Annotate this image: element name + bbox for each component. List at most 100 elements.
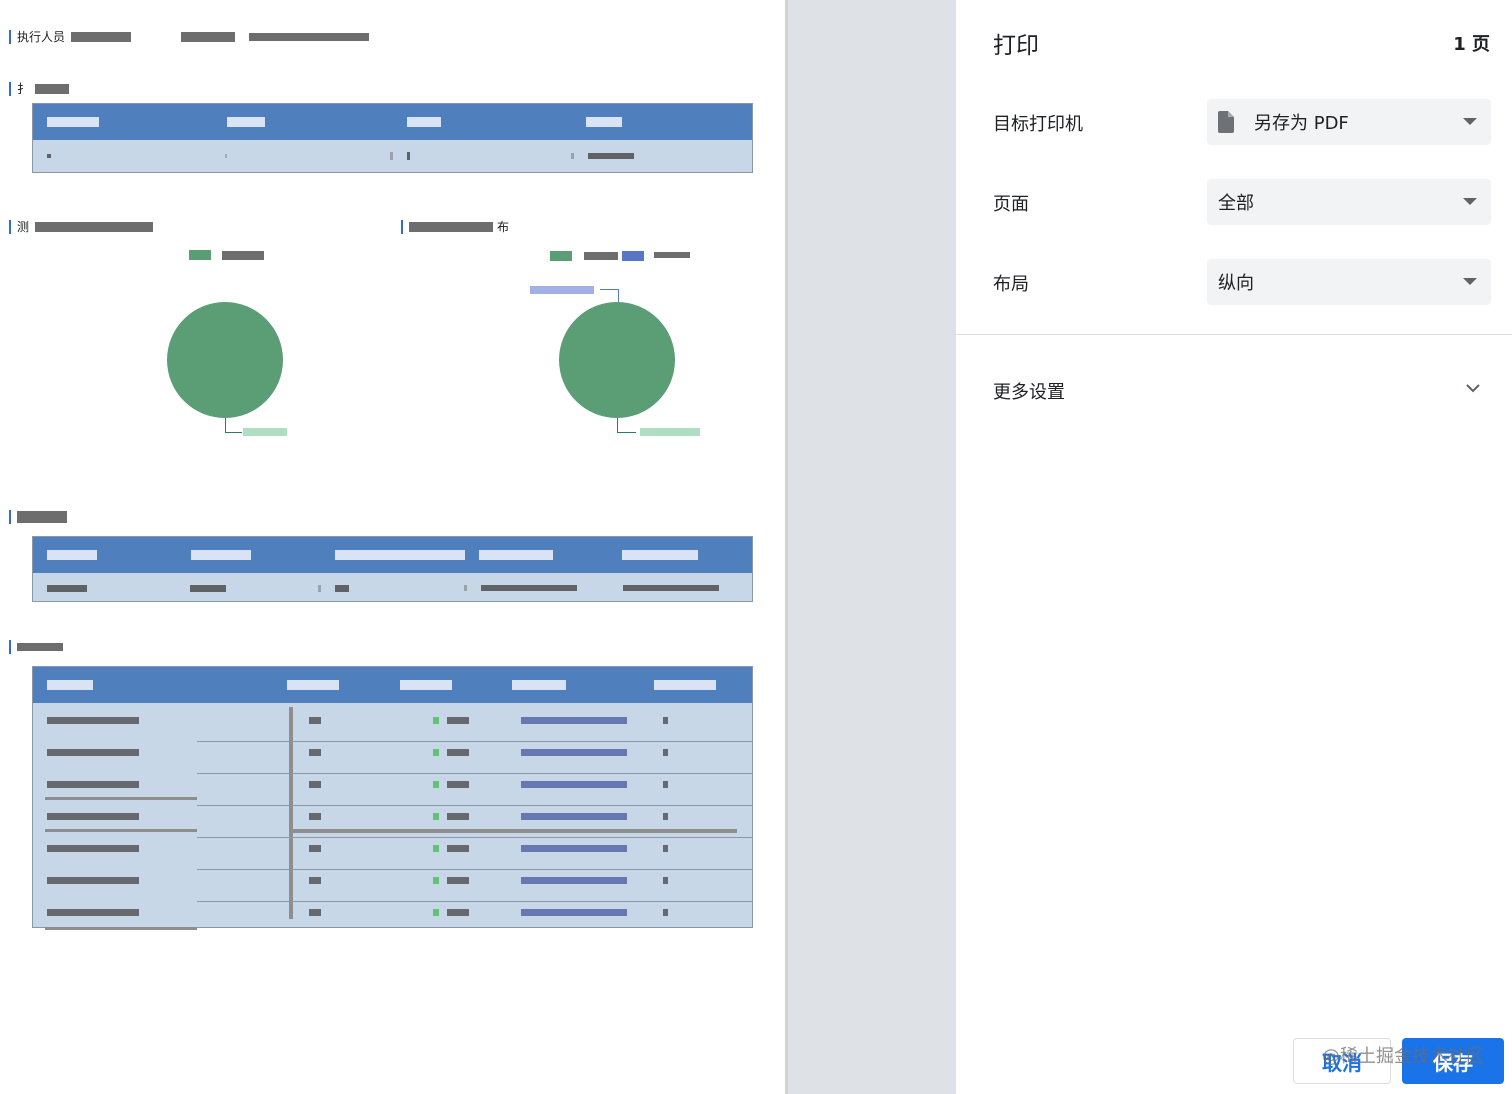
row-divider	[197, 869, 753, 870]
section-heading-3	[9, 510, 67, 524]
divider	[956, 334, 1512, 335]
pages-select[interactable]: 全部	[1207, 179, 1491, 225]
table-cell	[47, 813, 139, 820]
caret-down-icon	[1463, 118, 1477, 125]
table-cell	[433, 845, 439, 852]
file-icon	[1218, 111, 1234, 133]
caret-down-icon	[1463, 198, 1477, 205]
table-header-cell	[47, 680, 93, 690]
section-heading-text: 布	[497, 220, 510, 234]
table-row	[33, 871, 753, 903]
row-divider	[197, 741, 753, 742]
table-header-cell	[622, 550, 699, 560]
section-marker	[401, 219, 403, 234]
pie-chart-right	[559, 302, 675, 418]
more-settings-label[interactable]: 更多设置	[993, 378, 1065, 404]
redacted-text	[35, 221, 154, 232]
table-cell	[663, 813, 668, 820]
redacted-text	[409, 221, 493, 232]
table-cell	[663, 877, 668, 884]
table-row	[33, 807, 753, 839]
table-cell	[433, 909, 439, 916]
table-cell	[47, 781, 139, 788]
table-cell	[433, 749, 439, 756]
table-cell	[663, 749, 668, 756]
section-heading-1: 扌	[9, 80, 70, 97]
pie-slice-label	[640, 428, 700, 436]
table-header-row	[33, 667, 752, 703]
table-header-cell	[586, 117, 623, 127]
table-row	[33, 903, 753, 935]
table-header-cell	[226, 117, 265, 127]
table-cell	[447, 813, 469, 820]
table-cell	[663, 717, 668, 724]
table-cell	[447, 845, 469, 852]
table-header-row	[33, 104, 752, 140]
row-divider	[197, 837, 753, 838]
row-divider	[197, 805, 753, 806]
table-header-cell	[653, 680, 716, 690]
destination-value: 另存为 PDF	[1254, 113, 1349, 134]
table-cell	[433, 717, 439, 724]
section-marker	[9, 640, 11, 654]
table-cell	[47, 584, 87, 592]
table-cell	[225, 154, 228, 158]
table-cell	[309, 813, 321, 820]
section-marker	[9, 510, 11, 524]
table-cell	[623, 585, 720, 591]
section-heading-chart-right: 布	[401, 218, 509, 235]
table-header-cell	[190, 550, 251, 560]
table-cell	[521, 877, 627, 884]
print-settings-panel: 打印 1 页 目标打印机 另存为 PDF 页面 全部 布局 纵向 更多设置 取消…	[956, 0, 1512, 1094]
executor-label: 执行人员	[17, 30, 66, 44]
table-row	[33, 711, 753, 743]
table-header-row	[33, 537, 752, 573]
table-cell	[47, 749, 139, 756]
section-marker	[9, 81, 11, 96]
legend-label	[654, 252, 690, 258]
pie-chart-left	[167, 302, 283, 418]
table-cell	[47, 154, 51, 158]
table-cell	[521, 813, 627, 820]
pages-label: 页面	[993, 194, 1029, 215]
legend-swatch	[550, 251, 572, 261]
table-header-cell	[287, 680, 340, 690]
destination-select[interactable]: 另存为 PDF	[1207, 99, 1491, 145]
table-cell	[447, 749, 469, 756]
chevron-down-icon[interactable]	[1465, 380, 1481, 400]
layout-value: 纵向	[1218, 273, 1254, 294]
section-marker	[9, 29, 11, 44]
summary-table	[32, 103, 753, 173]
table-cell	[406, 152, 410, 160]
table-row	[33, 573, 752, 603]
row-divider	[197, 901, 753, 902]
section-heading-chart-left: 测	[9, 218, 154, 235]
table-cell	[47, 909, 139, 916]
layout-select[interactable]: 纵向	[1207, 259, 1491, 305]
print-preview-page: 执行人员 扌 测 布	[0, 0, 788, 1094]
table-row	[33, 775, 753, 807]
redacted-text	[249, 32, 370, 41]
legend-swatch	[622, 251, 644, 261]
table-cell	[47, 845, 139, 852]
print-title: 打印	[993, 33, 1039, 59]
table-cell	[309, 845, 321, 852]
table-cell	[521, 781, 627, 788]
table-cell	[47, 717, 139, 724]
watermark: @稀土掘金技术社区	[1322, 1046, 1484, 1067]
layout-label: 布局	[993, 274, 1029, 295]
table-cell	[587, 153, 634, 159]
table-cell	[663, 909, 668, 916]
table-cell	[335, 584, 350, 592]
table-header-cell	[47, 117, 99, 127]
table-body	[33, 703, 753, 930]
table-cell	[447, 909, 469, 916]
table-cell	[189, 584, 226, 592]
redacted-text	[71, 31, 132, 42]
table-header-cell	[399, 680, 452, 690]
table-header-cell	[406, 117, 441, 127]
table-cell	[447, 877, 469, 884]
table-header-cell	[334, 550, 465, 560]
redacted-text	[17, 511, 67, 523]
table-cell	[309, 909, 321, 916]
